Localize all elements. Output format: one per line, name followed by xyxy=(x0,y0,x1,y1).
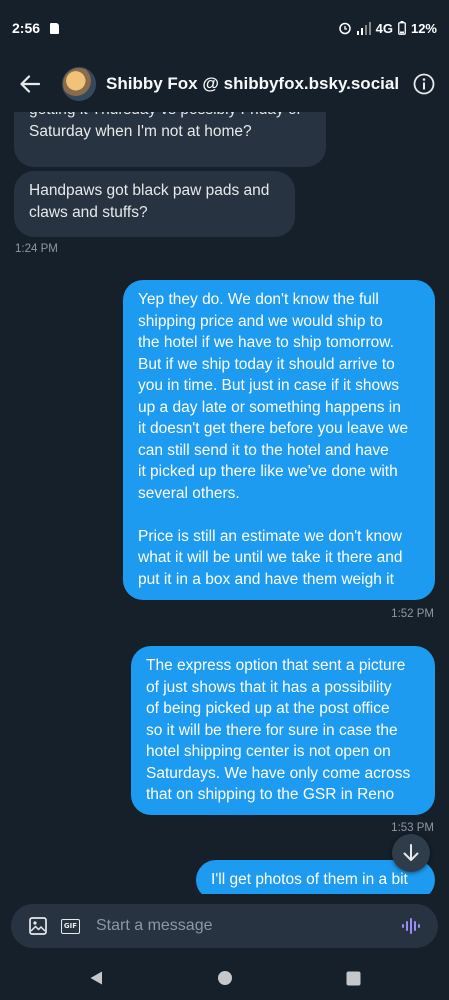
voice-wave-icon xyxy=(402,918,420,934)
status-bar: 2:56 4G 12% xyxy=(0,0,449,56)
battery-icon xyxy=(398,21,406,35)
image-icon xyxy=(29,917,47,935)
nav-home-button[interactable] xyxy=(213,966,237,990)
conversation-header: Shibby Fox @ shibbyfox.bsky.social xyxy=(0,56,449,112)
message-list[interactable]: getting it Thursday vs possibly Friday o… xyxy=(0,112,449,894)
media-button[interactable] xyxy=(25,913,51,939)
info-icon xyxy=(413,73,435,95)
circle-home-icon xyxy=(217,971,232,985)
status-time: 2:56 xyxy=(12,20,41,36)
message-timestamp: 1:52 PM xyxy=(391,608,434,620)
message-bubble[interactable]: Handpaws got black paw pads and claws an… xyxy=(14,171,295,237)
voice-button[interactable] xyxy=(398,913,424,939)
avatar[interactable] xyxy=(62,67,96,101)
message-timestamp: 1:53 PM xyxy=(391,822,434,834)
nav-recents-button[interactable] xyxy=(342,966,366,990)
network-type: 4G xyxy=(375,20,393,36)
gif-icon[interactable]: GIF xyxy=(61,918,80,934)
triangle-back-icon xyxy=(90,971,102,985)
battery-level: 12% xyxy=(410,20,437,36)
message-composer: GIF xyxy=(11,904,438,948)
scroll-to-bottom-button[interactable] xyxy=(392,834,430,872)
status-right: 4G 12% xyxy=(338,21,437,36)
message-bubble[interactable]: The express option that sent a picture o… xyxy=(131,646,435,815)
system-navigation-bar xyxy=(0,956,449,1000)
info-button[interactable] xyxy=(411,71,437,97)
signal-icon xyxy=(356,21,371,35)
message-bubble[interactable]: getting it Thursday vs possibly Friday o… xyxy=(14,112,326,167)
message-input[interactable] xyxy=(94,916,398,936)
alarm-icon xyxy=(338,22,351,35)
status-left: 2:56 xyxy=(12,20,60,36)
arrow-down-icon xyxy=(403,844,419,861)
sd-card-icon xyxy=(50,22,60,34)
message-timestamp: 1:24 PM xyxy=(15,243,58,255)
back-button[interactable] xyxy=(12,66,48,102)
square-recents-icon xyxy=(346,971,361,985)
message-bubble[interactable]: Yep they do. We don't know the full ship… xyxy=(123,280,435,600)
nav-back-button[interactable] xyxy=(84,966,108,990)
arrow-left-icon xyxy=(20,75,40,93)
conversation-title[interactable]: Shibby Fox @ shibbyfox.bsky.social xyxy=(106,74,411,94)
